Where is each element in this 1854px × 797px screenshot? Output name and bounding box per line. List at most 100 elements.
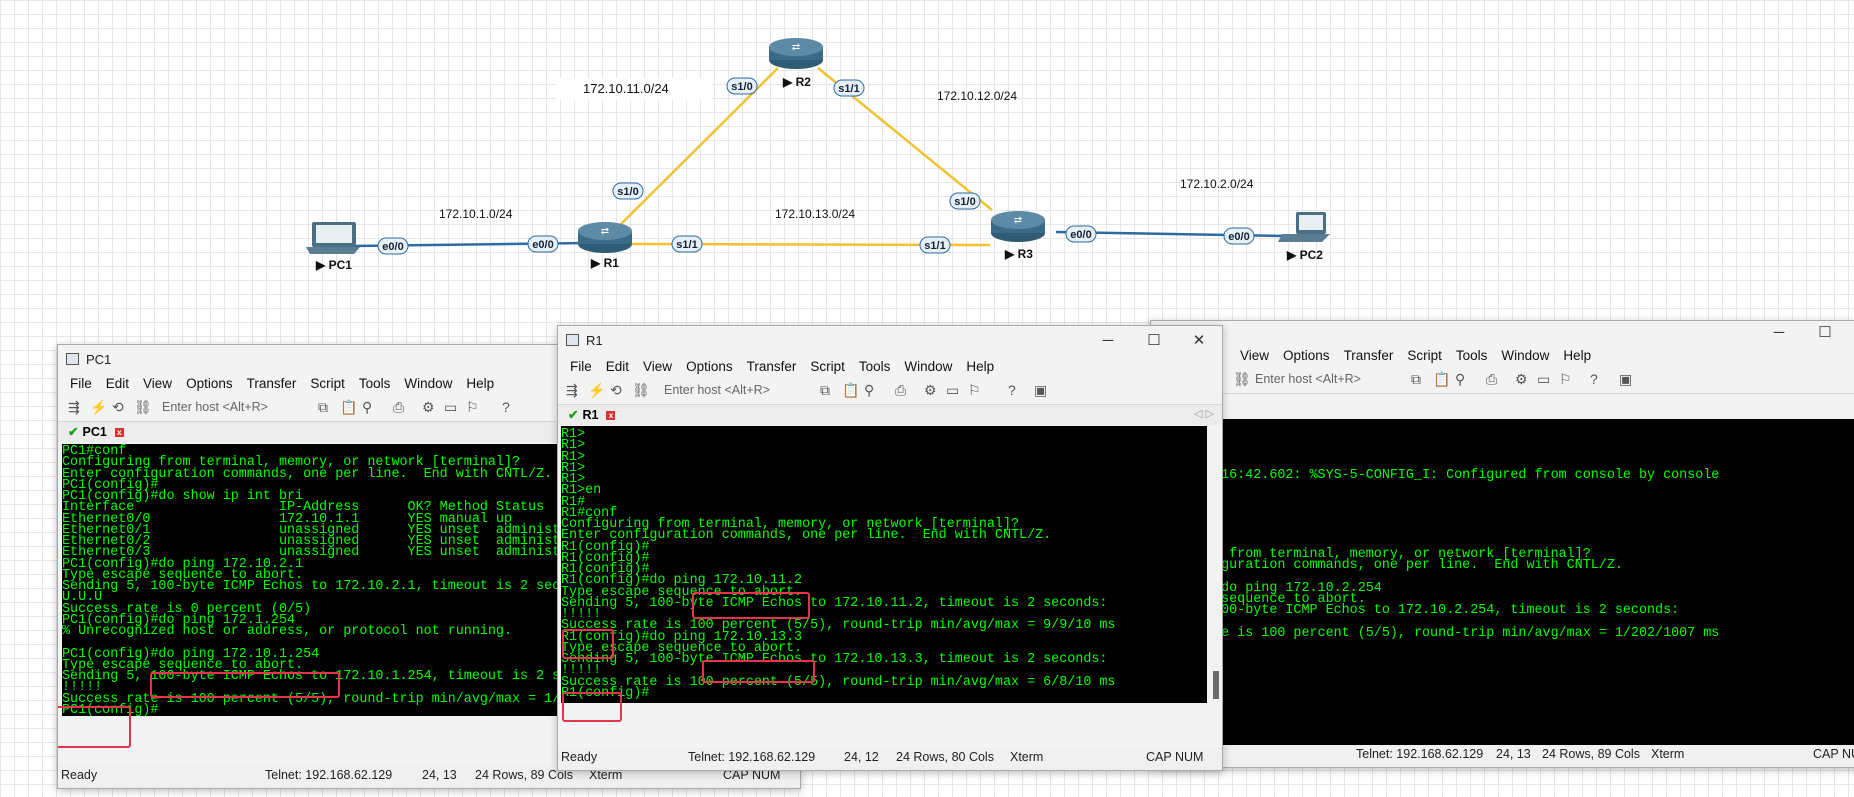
terminal-line: R1> [561, 472, 586, 487]
menu-file[interactable]: File [63, 373, 99, 391]
menu-tools[interactable]: Tools [352, 373, 398, 391]
help-icon[interactable]: ? [502, 399, 510, 415]
menu-file[interactable]: File [563, 356, 599, 374]
status-connection: Telnet: 192.168.62.129 [688, 750, 816, 764]
app-icon [566, 334, 579, 346]
menu-window[interactable]: Window [897, 356, 959, 374]
svg-text:s1/0: s1/0 [954, 196, 975, 208]
menu-script[interactable]: Script [803, 356, 852, 374]
paste-icon[interactable]: 📋 [1433, 371, 1450, 388]
host-input[interactable]: Enter host <Alt+R> [162, 400, 268, 414]
find-icon[interactable]: ⚲ [864, 382, 874, 399]
highlight-ping-13-cmd [702, 660, 815, 683]
close-tab-icon[interactable]: x [114, 428, 124, 438]
keymap-icon[interactable]: ▭ [1537, 371, 1550, 388]
find-icon[interactable]: ⚲ [1455, 371, 1465, 388]
pc2-device[interactable]: ▶ PC2 [1278, 212, 1330, 262]
print-icon[interactable]: ⎙ [1486, 371, 1497, 388]
help-icon[interactable]: ? [1590, 371, 1598, 387]
paste-icon[interactable]: 📋 [842, 382, 859, 399]
reconnect-icon[interactable]: ⟲ [112, 399, 124, 416]
menu-tools[interactable]: Tools [1449, 345, 1495, 363]
pc1-device[interactable]: ▶ PC1 [306, 222, 360, 272]
help-icon[interactable]: ? [1008, 382, 1016, 398]
menu-edit[interactable]: Edit [599, 356, 636, 374]
host-input[interactable]: Enter host <Alt+R> [664, 383, 770, 397]
screen-icon[interactable]: ▣ [1034, 382, 1047, 399]
terminal-window-r1[interactable]: R1 ─ ☐ ✕ File Edit View Options Transfer Scri… [557, 325, 1223, 771]
menu-options[interactable]: Options [179, 373, 240, 391]
svg-text:e0/0: e0/0 [382, 241, 403, 253]
menu-help[interactable]: Help [1556, 345, 1598, 363]
menu-help[interactable]: Help [959, 356, 1001, 374]
tab-scroll-arrows[interactable]: ◁ ▷ [1194, 407, 1214, 420]
session-tab-bar: ✔ R1 x ◁ ▷ [558, 405, 1222, 425]
host-input[interactable]: Enter host <Alt+R> [1255, 372, 1361, 386]
scrollbar-thumb[interactable] [1213, 671, 1219, 699]
terminal-screen[interactable]: R1> R1> R1> R1> R1> R1>en R1# R1#conf Configurin… [561, 426, 1207, 703]
quick-connect-icon[interactable]: ⚡ [90, 399, 107, 416]
copy-icon[interactable]: ⧉ [1411, 371, 1421, 388]
router-r2[interactable]: ⇄ ▶ R2 [769, 38, 823, 89]
reconnect-icon[interactable]: ⛓ [1233, 371, 1251, 388]
print-icon[interactable]: ⎙ [393, 399, 404, 416]
sftp-icon[interactable]: ⚐ [466, 399, 479, 416]
menu-view[interactable]: View [1233, 345, 1276, 363]
minimize-button[interactable]: ─ [1088, 330, 1128, 352]
title-bar: ─ ☐ [1151, 321, 1854, 345]
router-r3[interactable]: ⇄ ▶ R3 [991, 211, 1045, 261]
terminal-screen[interactable]: 14:16:42.602: %SYS-5-CONFIG_I: Configure… [1151, 419, 1854, 745]
menu-transfer[interactable]: Transfer [740, 356, 804, 374]
close-button[interactable]: ✕ [1179, 330, 1219, 352]
session-tab-pc1[interactable]: ✔ PC1 x [62, 423, 130, 441]
router-r1[interactable]: ⇄ ▶ R1 [578, 222, 632, 270]
terminal-window-3[interactable]: ─ ☐ View Options Transfer Script Tools Window… [1150, 320, 1854, 768]
iface-r3-s10: s1/0 [949, 192, 981, 210]
menu-view[interactable]: View [136, 373, 179, 391]
menu-transfer[interactable]: Transfer [240, 373, 304, 391]
keymap-icon[interactable]: ▭ [946, 382, 959, 399]
connect-icon[interactable]: ⇶ [68, 399, 80, 416]
copy-icon[interactable]: ⧉ [820, 382, 830, 399]
terminal-line: R1> [561, 438, 586, 454]
menu-script[interactable]: Script [303, 373, 352, 391]
maximize-button[interactable]: ☐ [1805, 322, 1845, 344]
connect-icon[interactable]: ⇶ [566, 382, 578, 399]
quick-connect-icon[interactable]: ⚡ [588, 382, 605, 399]
menu-window[interactable]: Window [1494, 345, 1556, 363]
settings-icon[interactable]: ⚙ [422, 399, 435, 416]
menu-help[interactable]: Help [459, 373, 501, 391]
menu-edit[interactable]: Edit [99, 373, 136, 391]
terminal-scrollbar[interactable] [1212, 426, 1220, 700]
paste-icon[interactable]: 📋 [340, 399, 357, 416]
iface-r3-s11: s1/1 [919, 236, 951, 254]
menu-script[interactable]: Script [1400, 345, 1449, 363]
session-tab-r1[interactable]: ✔ R1 x [562, 406, 621, 424]
maximize-button[interactable]: ☐ [1134, 330, 1174, 352]
print-icon[interactable]: ⎙ [895, 382, 906, 399]
reconnect-icon[interactable]: ⟲ [610, 382, 622, 399]
r2-label: ▶ R2 [782, 75, 811, 89]
menu-options[interactable]: Options [1276, 345, 1337, 363]
menu-view[interactable]: View [636, 356, 679, 374]
settings-icon[interactable]: ⚙ [924, 382, 937, 399]
menu-transfer[interactable]: Transfer [1337, 345, 1401, 363]
sftp-icon[interactable]: ⚐ [1559, 371, 1572, 388]
highlight-ping-11-cmd [692, 592, 810, 619]
minimize-button[interactable]: ─ [1759, 322, 1799, 344]
keymap-icon[interactable]: ▭ [444, 399, 457, 416]
menu-tools[interactable]: Tools [852, 356, 898, 374]
menu-window[interactable]: Window [397, 373, 459, 391]
settings-icon[interactable]: ⚙ [1515, 371, 1528, 388]
sftp-icon[interactable]: ⚐ [968, 382, 981, 399]
find-icon[interactable]: ⚲ [362, 399, 372, 416]
menu-options[interactable]: Options [679, 356, 740, 374]
chain-icon[interactable]: ⛓ [134, 399, 152, 416]
screen-icon[interactable]: ▣ [1619, 371, 1632, 388]
close-tab-icon[interactable]: x [606, 411, 616, 421]
iface-pc2-e00: e0/0 [1223, 227, 1255, 245]
copy-icon[interactable]: ⧉ [318, 399, 328, 416]
chain-icon[interactable]: ⛓ [632, 382, 650, 399]
